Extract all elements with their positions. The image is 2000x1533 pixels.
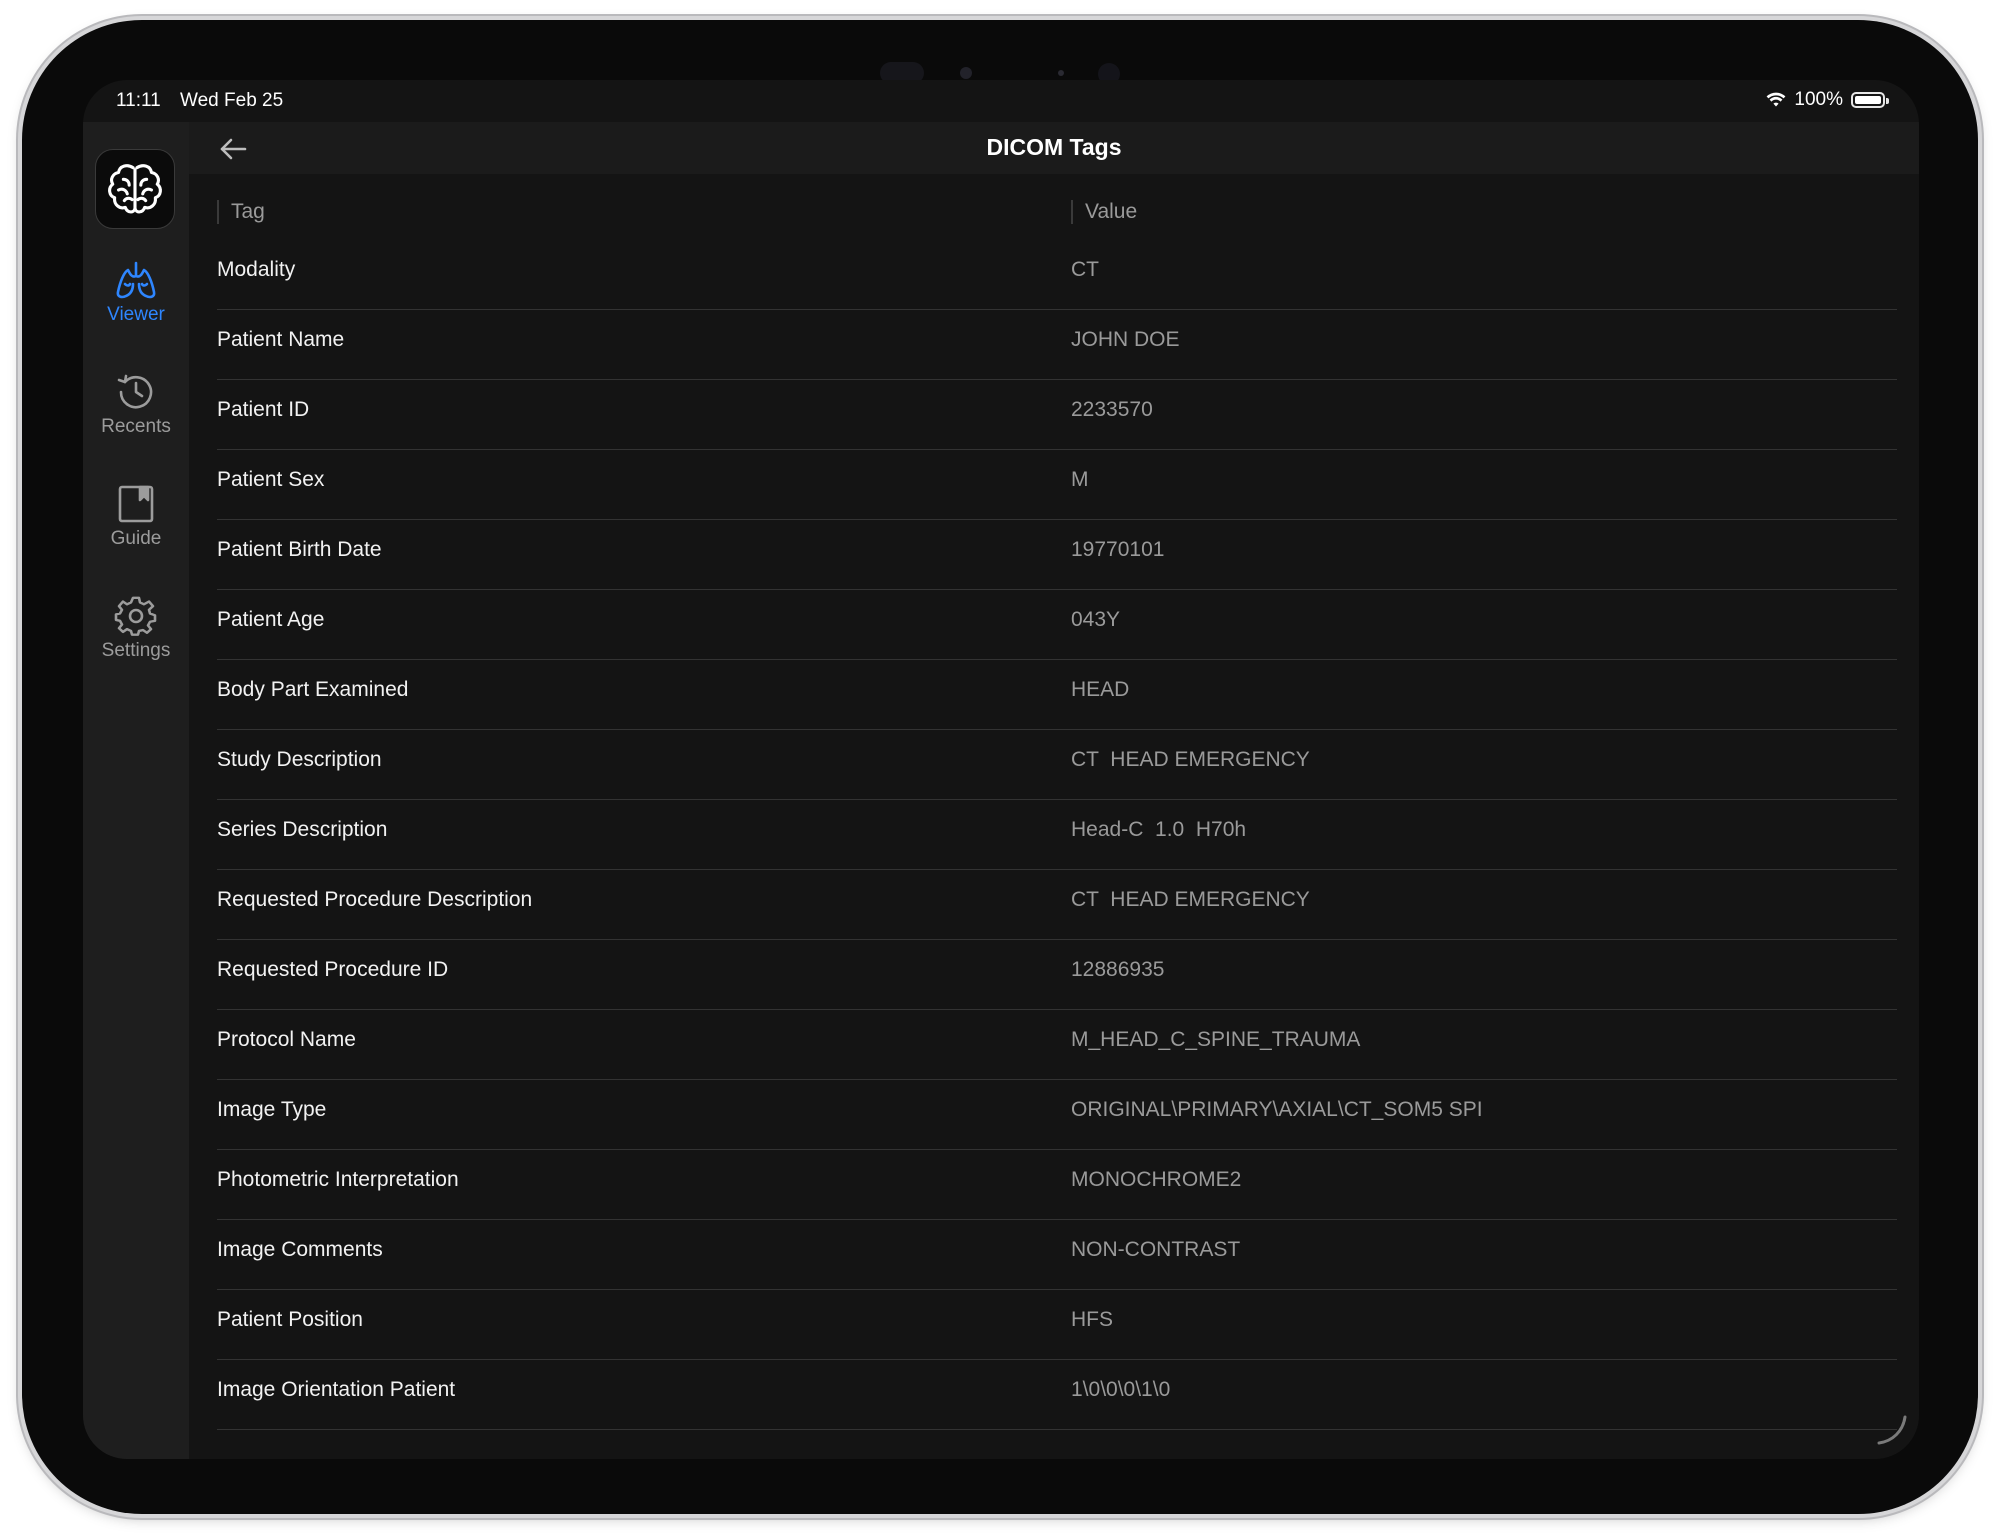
tag-cell: Study Description (217, 748, 382, 771)
table-row[interactable]: Image Type ORIGINAL\PRIMARY\AXIAL\CT_SOM5… (217, 1080, 1897, 1150)
brain-icon (108, 164, 162, 214)
page-title: DICOM Tags (986, 134, 1122, 160)
status-time: 11:11 (116, 90, 161, 111)
book-icon (118, 485, 154, 523)
table-row[interactable]: Modality CT (217, 240, 1897, 310)
table-row[interactable]: Patient ID 2233570 (217, 380, 1897, 450)
table-header: Tag Value (217, 174, 1897, 240)
table-row[interactable]: Patient Sex M (217, 450, 1897, 520)
value-cell: M_HEAD_C_SPINE_TRAUMA (1071, 1028, 1361, 1051)
status-date: Wed Feb 25 (180, 90, 284, 111)
tag-cell: Photometric Interpretation (217, 1168, 459, 1191)
table-row[interactable]: Patient Birth Date 19770101 (217, 520, 1897, 590)
value-cell: NON-CONTRAST (1071, 1238, 1241, 1261)
tag-cell: Patient Sex (217, 468, 325, 491)
gear-icon (114, 596, 157, 636)
value-cell: 19770101 (1071, 538, 1165, 561)
dicom-tags-table: Tag Value Modality CT Patient Name JOHN DO… (217, 174, 1897, 1430)
scroll-indicator[interactable] (1875, 1413, 1909, 1447)
value-cell: CT (1071, 258, 1099, 281)
battery-percent: 100% (1794, 89, 1843, 110)
tag-cell: Requested Procedure ID (217, 958, 449, 981)
tag-cell: Image Orientation Patient (217, 1378, 456, 1401)
tag-cell: Patient ID (217, 398, 310, 421)
tag-cell: Image Type (217, 1098, 327, 1121)
status-bar: 11:11 Wed Feb 25 100% (83, 80, 1919, 122)
tag-cell: Patient Name (217, 328, 345, 351)
table-row[interactable]: Patient Name JOHN DOE (217, 310, 1897, 380)
value-cell: 1\0\0\0\1\0 (1071, 1378, 1171, 1401)
value-cell: 043Y (1071, 608, 1121, 631)
status-left: 11:11 Wed Feb 25 (116, 90, 297, 112)
value-cell: CT HEAD EMERGENCY (1071, 748, 1310, 771)
sidebar-item-label: Recents (101, 416, 171, 437)
status-right: 100% (1766, 89, 1889, 111)
value-cell: CT HEAD EMERGENCY (1071, 888, 1310, 911)
table-row[interactable]: Image Comments NON-CONTRAST (217, 1220, 1897, 1290)
sidebar-item-label: Viewer (107, 304, 165, 325)
main-content: DICOM Tags Tag Value Modality CT Patient … (189, 122, 1919, 1459)
table-row[interactable]: Body Part Examined HEAD (217, 660, 1897, 730)
value-cell: MONOCHROME2 (1071, 1168, 1242, 1191)
table-row[interactable]: Image Orientation Patient 1\0\0\0\1\0 (217, 1360, 1897, 1430)
table-row[interactable]: Study Description CT HEAD EMERGENCY (217, 730, 1897, 800)
battery-icon (1851, 92, 1889, 108)
table-row[interactable]: Patient Age 043Y (217, 590, 1897, 660)
sidebar-item-viewer[interactable]: Viewer (83, 260, 189, 326)
table-row[interactable]: Requested Procedure ID 12886935 (217, 940, 1897, 1010)
app-icon[interactable] (95, 149, 175, 229)
value-cell: HFS (1071, 1308, 1113, 1331)
battery-nub (1886, 98, 1889, 104)
value-cell: 2233570 (1071, 398, 1153, 421)
navigation-bar: DICOM Tags (189, 122, 1919, 174)
value-cell: JOHN DOE (1071, 328, 1180, 351)
sidebar-item-settings[interactable]: Settings (83, 596, 189, 662)
table-row[interactable]: Requested Procedure Description CT HEAD E… (217, 870, 1897, 940)
clock-history-icon (117, 374, 153, 409)
tag-cell: Modality (217, 258, 296, 281)
sidebar-item-recents[interactable]: Recents (83, 372, 189, 438)
sidebar-item-label: Guide (110, 528, 162, 549)
value-cell: ORIGINAL\PRIMARY\AXIAL\CT_SOM5 SPI (1071, 1098, 1483, 1121)
tag-cell: Protocol Name (217, 1028, 356, 1051)
table-row[interactable]: Series Description Head-C 1.0 H70h (217, 800, 1897, 870)
sidebar-item-guide[interactable]: Guide (83, 484, 189, 550)
tag-cell: Patient Position (217, 1308, 363, 1331)
battery-level (1855, 96, 1881, 104)
wifi-icon (1766, 92, 1786, 107)
screen: 11:11 Wed Feb 25 100% Viewer Recents Gui… (83, 80, 1919, 1459)
table-row[interactable]: Patient Position HFS (217, 1290, 1897, 1360)
tag-cell: Body Part Examined (217, 678, 409, 701)
camera-dot (960, 67, 972, 79)
tag-cell: Image Comments (217, 1238, 383, 1261)
table-row[interactable]: Protocol Name M_HEAD_C_SPINE_TRAUMA (217, 1010, 1897, 1080)
sidebar-item-label: Settings (101, 640, 171, 661)
value-cell: M (1071, 468, 1089, 491)
sidebar: Viewer Recents Guide Settings (83, 122, 189, 1459)
tag-cell: Patient Age (217, 608, 325, 631)
column-header-value[interactable]: Value (1071, 200, 1137, 224)
tag-cell: Patient Birth Date (217, 538, 382, 561)
tag-cell: Series Description (217, 818, 388, 841)
lungs-icon (116, 261, 156, 299)
value-cell: 12886935 (1071, 958, 1165, 981)
tag-cell: Requested Procedure Description (217, 888, 533, 911)
table-row[interactable]: Photometric Interpretation MONOCHROME2 (217, 1150, 1897, 1220)
column-header-tag[interactable]: Tag (217, 200, 265, 224)
value-cell: Head-C 1.0 H70h (1071, 818, 1247, 841)
sensor-dot (1058, 70, 1064, 76)
value-cell: HEAD (1071, 678, 1130, 701)
